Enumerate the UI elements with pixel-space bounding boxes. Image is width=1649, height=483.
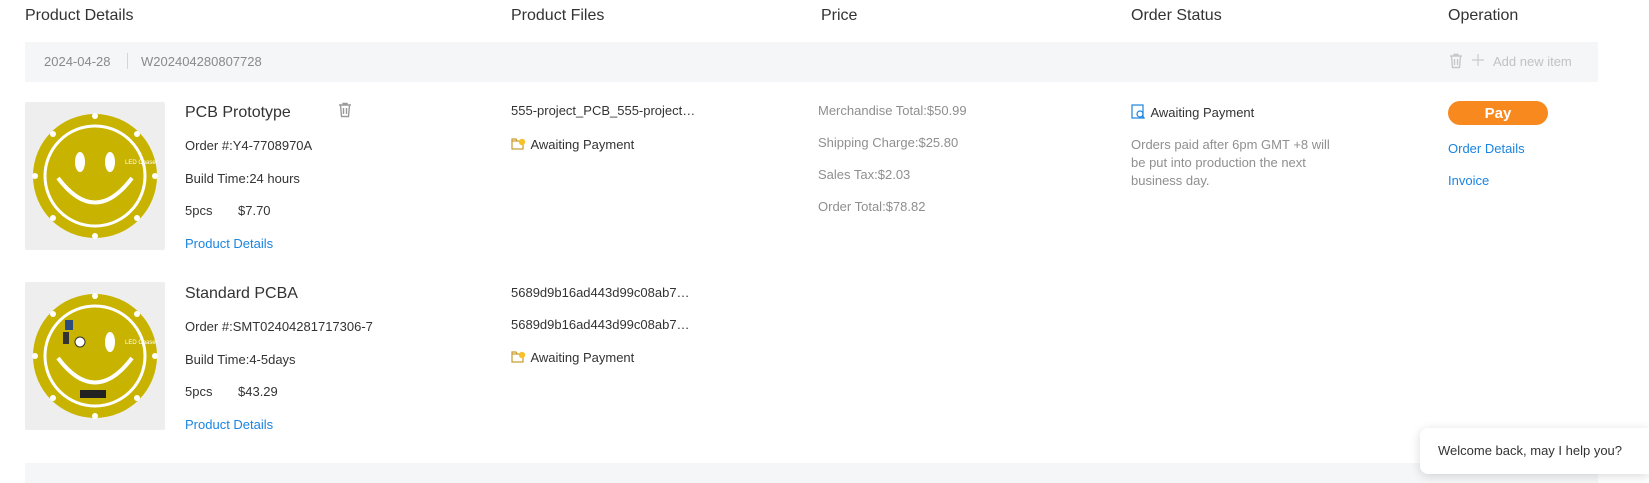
file-link[interactable]: 5689d9b16ad443d99c08ab7… xyxy=(511,285,690,300)
product-details-link[interactable]: Product Details xyxy=(185,417,273,432)
order-details-link[interactable]: Order Details xyxy=(1448,141,1525,156)
trash-icon[interactable] xyxy=(1449,53,1463,74)
tax-label: Sales Tax: xyxy=(818,167,878,182)
quantity: 5pcs xyxy=(185,384,213,399)
folder-clock-icon xyxy=(511,137,526,156)
file-link[interactable]: 555-project_PCB_555-project… xyxy=(511,103,695,118)
merchandise-value: $50.99 xyxy=(926,103,967,118)
order-status-label: Awaiting Payment xyxy=(1150,105,1255,120)
svg-text:LED Chaser: LED Chaser xyxy=(125,160,158,166)
order-no-value: Y4-7708970A xyxy=(232,138,313,153)
product-thumbnail[interactable]: LED Chaser xyxy=(25,282,165,430)
header-operation: Operation xyxy=(1448,7,1519,24)
svg-text:LED Chaser: LED Chaser xyxy=(125,340,158,346)
order-date: 2024-04-28 xyxy=(44,54,111,69)
header-product-files: Product Files xyxy=(511,7,605,24)
file-status-label: Awaiting Payment xyxy=(530,350,635,365)
merchandise-total: Merchandise Total:$50.99 xyxy=(818,103,967,118)
merchandise-label: Merchandise Total: xyxy=(818,103,927,118)
folder-clock-icon xyxy=(511,350,526,369)
divider xyxy=(127,53,128,69)
header-order-status: Order Status xyxy=(1131,7,1222,24)
order-header-bar: 2024-04-28 W202404280807728 Add new item xyxy=(25,42,1598,82)
item-price: $7.70 xyxy=(238,203,271,218)
production-note: Orders paid after 6pm GMT +8 will be put… xyxy=(1131,137,1330,188)
pay-button[interactable]: Pay xyxy=(1448,101,1548,125)
order-status: Awaiting Payment xyxy=(1131,104,1254,125)
product-thumbnail[interactable]: LED Chaser xyxy=(25,102,165,250)
document-search-icon xyxy=(1131,104,1146,125)
shipping-charge: Shipping Charge:$25.80 xyxy=(818,135,958,150)
order-number-line: Order #:Y4-7708970A xyxy=(185,138,312,153)
quantity: 5pcs xyxy=(185,203,213,218)
pcba-smiley-image: LED Chaser xyxy=(32,293,158,419)
file-status: Awaiting Payment xyxy=(511,349,634,369)
pcb-smiley-image: LED Chaser xyxy=(32,113,158,239)
file-link[interactable]: 5689d9b16ad443d99c08ab7… xyxy=(511,317,690,332)
file-status: Awaiting Payment xyxy=(511,136,634,156)
order-number: W202404280807728 xyxy=(141,54,262,69)
product-name: Standard PCBA xyxy=(185,285,298,302)
total-label: Order Total: xyxy=(818,199,886,214)
order-no-value: SMT02404281717306-7 xyxy=(232,319,373,334)
order-no-label: Order #: xyxy=(185,138,233,153)
build-time-line: Build Time:24 hours xyxy=(185,171,300,186)
shipping-label: Shipping Charge: xyxy=(818,135,919,150)
file-status-label: Awaiting Payment xyxy=(530,137,635,152)
trash-icon[interactable] xyxy=(338,102,352,123)
order-total: Order Total:$78.82 xyxy=(818,199,925,214)
next-order-header-bar xyxy=(25,463,1598,483)
total-value: $78.82 xyxy=(885,199,926,214)
build-time-label: Build Time: xyxy=(185,171,250,186)
product-details-link[interactable]: Product Details xyxy=(185,236,273,251)
chat-greeting: Welcome back, may I help you? xyxy=(1438,443,1623,458)
tax-value: $2.03 xyxy=(877,167,911,182)
order-no-label: Order #: xyxy=(185,319,233,334)
sales-tax: Sales Tax:$2.03 xyxy=(818,167,910,182)
plus-icon[interactable] xyxy=(1471,53,1485,72)
order-number-line: Order #:SMT02404281717306-7 xyxy=(185,319,385,334)
header-product-details: Product Details xyxy=(25,7,134,24)
invoice-link[interactable]: Invoice xyxy=(1448,173,1489,188)
chat-widget[interactable]: Welcome back, may I help you? xyxy=(1420,428,1649,474)
build-time-value: 24 hours xyxy=(249,171,300,186)
build-time-value: 4-5days xyxy=(249,352,296,367)
header-price: Price xyxy=(821,7,858,24)
product-name: PCB Prototype xyxy=(185,104,291,121)
shipping-value: $25.80 xyxy=(918,135,959,150)
add-new-item-link[interactable]: Add new item xyxy=(1493,54,1572,69)
build-time-label: Build Time: xyxy=(185,352,250,367)
build-time-line: Build Time:4-5days xyxy=(185,352,296,367)
item-price: $43.29 xyxy=(238,384,278,399)
